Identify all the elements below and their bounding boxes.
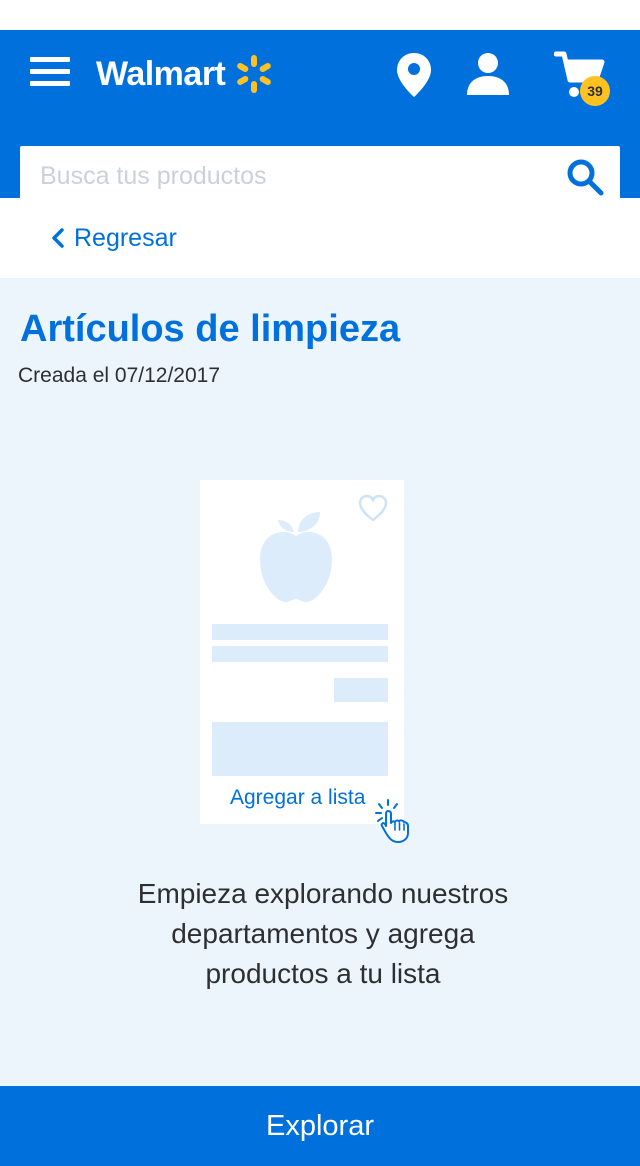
skeleton-price <box>334 678 388 702</box>
cart-count-badge: 39 <box>580 76 610 106</box>
search-bar <box>20 146 620 206</box>
empty-list-illustration: Agregar a lista <box>200 480 404 824</box>
page-title: Artículos de limpieza <box>20 308 401 350</box>
empty-state-line: Empieza explorando nuestros <box>137 878 509 909</box>
location-pin-icon[interactable] <box>396 52 432 98</box>
back-bar: Regresar <box>0 198 640 278</box>
list-content: Artículos de limpieza Creada el 07/12/20… <box>0 278 640 1086</box>
apple-icon <box>260 512 332 602</box>
empty-state-line: departamentos y agrega <box>171 918 475 949</box>
header: Walmart 39 <box>0 30 640 206</box>
back-button[interactable]: Regresar <box>50 222 177 254</box>
empty-state-message: Empieza explorando nuestros departamento… <box>80 874 566 994</box>
account-icon[interactable] <box>466 52 510 96</box>
chevron-left-icon <box>52 228 64 248</box>
spark-icon <box>237 55 272 93</box>
search-icon[interactable] <box>566 158 604 196</box>
skeleton-line <box>212 624 388 640</box>
pointer-hand-icon <box>375 799 409 843</box>
skeleton-button <box>212 722 388 776</box>
skeleton-line <box>212 646 388 662</box>
walmart-logo[interactable]: Walmart <box>96 50 275 98</box>
empty-state-line: productos a tu lista <box>205 958 441 989</box>
logo-text: Walmart <box>96 54 226 93</box>
list-created-date: Creada el 07/12/2017 <box>18 364 220 387</box>
heart-icon <box>358 494 388 522</box>
add-to-list-link: Agregar a lista <box>230 786 366 809</box>
menu-icon[interactable] <box>30 56 70 88</box>
back-label: Regresar <box>74 223 177 252</box>
search-input[interactable] <box>20 146 550 206</box>
explore-button[interactable]: Explorar <box>0 1086 640 1166</box>
status-bar <box>0 0 640 30</box>
